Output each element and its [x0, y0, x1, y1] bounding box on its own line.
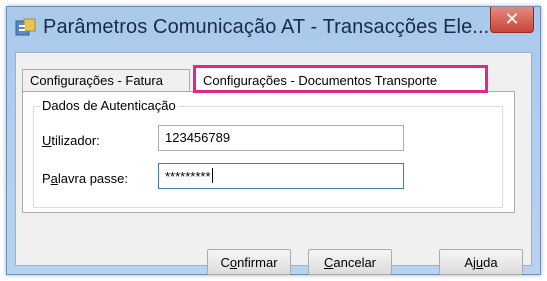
help-button[interactable]: Ajuda	[439, 249, 523, 275]
user-field[interactable]: 123456789	[158, 125, 404, 151]
tab-documentos-transporte[interactable]: Configurações - Documentos Transporte	[193, 65, 488, 93]
dialog-content: Configurações - Fatura Configurações - D…	[15, 52, 532, 275]
confirm-button[interactable]: Confirmar	[207, 249, 291, 275]
dialog-window: Parâmetros Comunicação AT - Transacções …	[6, 6, 541, 275]
close-button[interactable]: ✕	[490, 7, 534, 33]
password-label: Palavra passe:	[42, 171, 128, 186]
authentication-group: Dados de Autenticação Utilizador: 123456…	[33, 98, 503, 208]
password-field[interactable]: *********	[158, 163, 404, 189]
tab-fatura[interactable]: Configurações - Fatura	[22, 69, 190, 91]
tab-panel: Dados de Autenticação Utilizador: 123456…	[22, 91, 515, 213]
cancel-button[interactable]: Cancelar	[308, 249, 392, 275]
title-bar[interactable]: Parâmetros Comunicação AT - Transacções …	[7, 7, 540, 47]
window-title: Parâmetros Comunicação AT - Transacções …	[43, 16, 490, 38]
app-icon	[15, 18, 37, 38]
group-label: Dados de Autenticação	[40, 98, 178, 113]
text-caret	[211, 168, 213, 183]
user-label: Utilizador:	[42, 133, 100, 148]
password-value: *********	[165, 169, 211, 184]
close-icon: ✕	[504, 9, 520, 30]
